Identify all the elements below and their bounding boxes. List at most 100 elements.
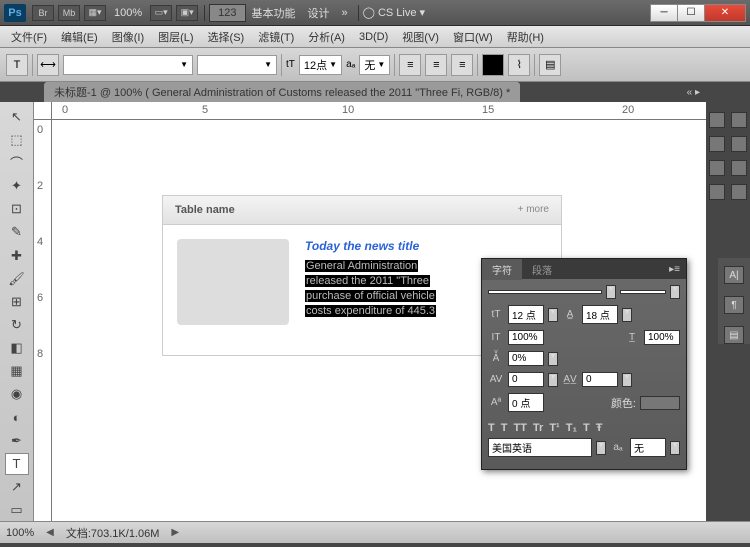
menu-file[interactable]: 文件(F) <box>11 29 47 45</box>
dropdown-arrow-icon[interactable]: ▼ <box>596 441 606 455</box>
blur-tool[interactable]: ◉ <box>5 384 29 405</box>
character-panel-icon[interactable]: A| <box>724 266 744 284</box>
path-tool[interactable]: ↗ <box>5 477 29 498</box>
minibridge-icon[interactable]: Mb <box>58 5 80 21</box>
minimize-button[interactable]: ─ <box>650 4 678 22</box>
hand-icon[interactable]: ▭▾ <box>150 5 172 21</box>
more-link[interactable]: + more <box>518 204 549 216</box>
menu-3d[interactable]: 3D(D) <box>359 31 388 43</box>
eraser-tool[interactable]: ◧ <box>5 338 29 359</box>
font-size-dropdown[interactable]: 12点▼ <box>299 55 342 75</box>
vscale-input[interactable]: 100% <box>508 330 544 345</box>
layout-icon[interactable]: ▦▾ <box>84 5 106 21</box>
brush-tool[interactable]: 🖌 <box>5 268 29 289</box>
menu-image[interactable]: 图像(I) <box>112 29 144 45</box>
wand-tool[interactable]: ✦ <box>5 175 29 196</box>
align-left-icon[interactable]: ≡ <box>399 54 421 76</box>
antialias-dropdown[interactable]: 无▼ <box>359 55 390 75</box>
menu-edit[interactable]: 编辑(E) <box>61 29 98 45</box>
panel-icon[interactable] <box>731 160 747 176</box>
tracking-input[interactable]: 0% <box>508 351 544 366</box>
dropdown-arrow-icon[interactable]: ▼ <box>548 308 558 322</box>
zoom-field[interactable]: 100% <box>6 527 34 539</box>
news-body[interactable]: General Administration released the 2011… <box>305 259 436 319</box>
marquee-tool[interactable]: ⬚ <box>5 129 29 150</box>
dodge-tool[interactable]: ◐ <box>5 407 29 428</box>
leading-input[interactable]: 18 点 <box>582 305 618 324</box>
color-swatch[interactable] <box>640 396 680 410</box>
character-panel[interactable]: 字符 段落 ▸≡ ▼ ▼ tT12 点▼ A͇18 点▼ IT100% T̲10… <box>481 258 687 470</box>
crop-tool[interactable]: ⊡ <box>5 199 29 220</box>
arrow-left-icon[interactable]: ◀ <box>46 527 54 538</box>
style-strike[interactable]: Ŧ <box>596 422 603 434</box>
lasso-tool[interactable]: ⌒ <box>5 152 29 173</box>
dropdown-arrow-icon[interactable]: ▼ <box>670 285 680 299</box>
menu-filter[interactable]: 滤镜(T) <box>258 29 294 45</box>
workspace-num[interactable]: 123 <box>209 4 245 22</box>
document-tab[interactable]: 未标题-1 @ 100% ( General Administration of… <box>44 82 520 102</box>
workspace-more[interactable]: » <box>342 7 348 19</box>
font-style-dropdown[interactable]: ▼ <box>197 55 277 75</box>
align-right-icon[interactable]: ≡ <box>451 54 473 76</box>
font-style-input[interactable] <box>620 290 666 294</box>
antialias-input[interactable]: 无 <box>630 438 666 457</box>
menu-select[interactable]: 选择(S) <box>208 29 245 45</box>
dropdown-arrow-icon[interactable]: ▼ <box>548 352 558 366</box>
workspace-design[interactable]: 设计 <box>308 5 330 21</box>
move-tool[interactable]: ↖ <box>5 106 29 127</box>
font-size-input[interactable]: 12 点 <box>508 305 544 324</box>
dropdown-arrow-icon[interactable]: ▼ <box>606 285 616 299</box>
menu-view[interactable]: 视图(V) <box>402 29 439 45</box>
menu-analyze[interactable]: 分析(A) <box>308 29 345 45</box>
style-underline[interactable]: T <box>583 422 590 434</box>
style-italic[interactable]: T <box>501 422 508 434</box>
paragraph-panel-icon[interactable]: ¶ <box>724 296 744 314</box>
zoom-level[interactable]: 100% <box>114 7 142 19</box>
panel-icon[interactable] <box>709 160 725 176</box>
style-sub[interactable]: T₁ <box>566 422 577 434</box>
dropdown-arrow-icon[interactable]: ▼ <box>548 373 558 387</box>
layers-panel-icon[interactable]: ▤ <box>724 326 744 344</box>
dropdown-arrow-icon[interactable]: ▼ <box>670 441 680 455</box>
text-orientation-icon[interactable]: ⟷ <box>37 54 59 76</box>
screen-mode-icon[interactable]: ▣▾ <box>176 5 198 21</box>
align-center-icon[interactable]: ≡ <box>425 54 447 76</box>
shape-tool[interactable]: ▭ <box>5 500 29 521</box>
maximize-button[interactable]: ☐ <box>677 4 705 22</box>
panel-icon[interactable] <box>731 136 747 152</box>
panel-menu-icon[interactable]: ▸≡ <box>663 264 686 275</box>
stamp-tool[interactable]: ⊞ <box>5 291 29 312</box>
panel-collapse-icon[interactable]: « ▸ <box>687 87 700 98</box>
font-family-dropdown[interactable]: ▼ <box>63 55 193 75</box>
heal-tool[interactable]: ✚ <box>5 245 29 266</box>
panels-icon[interactable]: ▤ <box>539 54 561 76</box>
style-caps[interactable]: TT <box>513 422 526 434</box>
arrow-right-icon[interactable]: ▶ <box>171 527 179 538</box>
panel-icon[interactable] <box>709 184 725 200</box>
workspace-basic[interactable]: 基本功能 <box>252 5 296 21</box>
text-color-swatch[interactable] <box>482 54 504 76</box>
dropdown-arrow-icon[interactable]: ▼ <box>622 373 632 387</box>
close-button[interactable]: ✕ <box>704 4 746 22</box>
panel-icon[interactable] <box>709 112 725 128</box>
tab-paragraph[interactable]: 段落 <box>522 259 562 280</box>
panel-icon[interactable] <box>731 184 747 200</box>
type-tool[interactable]: T <box>5 453 29 474</box>
style-smallcaps[interactable]: Tr <box>533 422 543 434</box>
pen-tool[interactable]: ✒ <box>5 430 29 451</box>
panel-icon[interactable] <box>731 112 747 128</box>
tool-preset-icon[interactable]: T <box>6 54 28 76</box>
font-family-input[interactable] <box>488 290 602 294</box>
dropdown-arrow-icon[interactable]: ▼ <box>622 308 632 322</box>
panel-icon[interactable] <box>709 136 725 152</box>
history-brush-tool[interactable]: ↻ <box>5 314 29 335</box>
eyedropper-tool[interactable]: ✎ <box>5 222 29 243</box>
hscale-input[interactable]: 100% <box>644 330 680 345</box>
menu-window[interactable]: 窗口(W) <box>453 29 493 45</box>
tab-character[interactable]: 字符 <box>482 259 522 280</box>
language-dropdown[interactable]: 美国英语 <box>488 438 592 457</box>
kerning2-input[interactable]: 0 <box>582 372 618 387</box>
cslive-button[interactable]: ◯ CS Live ▾ <box>363 6 425 19</box>
style-super[interactable]: T¹ <box>549 422 559 434</box>
kerning-input[interactable]: 0 <box>508 372 544 387</box>
